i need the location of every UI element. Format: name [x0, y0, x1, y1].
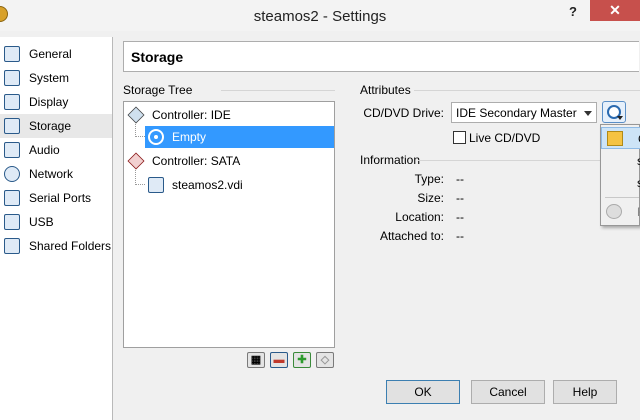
title-bar: steamos2 - Settings ? ✕ [0, 0, 640, 31]
tree-item-label: Empty [172, 130, 207, 144]
cd-dvd-drive-value: IDE Secondary Master [456, 106, 577, 120]
menu-item-choose-virtual-disk[interactable]: C [601, 127, 640, 149]
system-icon [4, 70, 20, 86]
tree-item-label: Controller: SATA [152, 154, 241, 168]
sidebar-item-storage[interactable]: Storage [0, 114, 112, 138]
usb-icon [4, 214, 20, 230]
add-attachment-icon: ✚ [297, 354, 307, 366]
tree-item-controller-ide[interactable]: Controller: IDE [127, 104, 328, 126]
tree-connector [135, 124, 145, 137]
menu-separator [605, 197, 639, 198]
network-icon [4, 166, 20, 182]
info-type-value: -- [456, 172, 464, 186]
tree-connector [135, 170, 145, 185]
remove-disk-icon [606, 204, 622, 219]
info-attached-to-value: -- [456, 229, 464, 243]
sidebar-item-label: Storage [29, 119, 72, 133]
group-divider [221, 90, 335, 91]
sidebar-item-usb[interactable]: USB [0, 210, 112, 234]
information-label: Information [360, 153, 421, 167]
remove-controller-button[interactable]: ▬ [270, 352, 288, 368]
sidebar-item-label: Serial Ports [29, 191, 92, 205]
optical-disc-icon [148, 129, 164, 145]
menu-item-host-drive-1[interactable]: s [601, 150, 640, 172]
sidebar-item-label: Shared Folders [29, 239, 112, 253]
info-location-label: Location: [395, 210, 444, 224]
storage-tree-label: Storage Tree [123, 83, 193, 97]
tree-item-label: steamos2.vdi [172, 178, 243, 192]
info-attached-to-label: Attached to: [379, 229, 444, 243]
hard-disk-icon [148, 177, 164, 193]
sidebar-item-general[interactable]: General [0, 42, 112, 66]
page-title: Storage [131, 49, 184, 65]
shared-folders-icon [4, 238, 20, 254]
group-divider [414, 90, 640, 91]
tree-item-label: Controller: IDE [152, 108, 231, 122]
cd-dvd-drive-label: CD/DVD Drive: [363, 106, 444, 120]
sidebar-item-audio[interactable]: Audio [0, 138, 112, 162]
sidebar-item-serial-ports[interactable]: Serial Ports [0, 186, 112, 210]
audio-icon [4, 142, 20, 158]
tree-item-controller-sata[interactable]: Controller: SATA [127, 150, 328, 172]
sidebar-item-shared-folders[interactable]: Shared Folders [0, 234, 112, 258]
general-icon [4, 46, 20, 62]
info-type-label: Type: [414, 172, 444, 186]
disc-chooser-menu: C s s R [600, 124, 640, 226]
help-button-label: Help [572, 385, 598, 399]
remove-attachment-icon: ◇ [320, 354, 330, 366]
live-cd-checkbox[interactable] [453, 131, 466, 144]
cancel-button-label: Cancel [489, 385, 527, 399]
cancel-button[interactable]: Cancel [471, 380, 545, 404]
settings-sidebar: General System Display Storage Audio Net… [0, 37, 113, 420]
storage-tree[interactable]: Controller: IDE Empty Controller: SATA s… [123, 101, 335, 348]
sidebar-item-system[interactable]: System [0, 66, 112, 90]
window-title: steamos2 - Settings [253, 8, 387, 25]
cd-dvd-drive-select[interactable]: IDE Secondary Master [451, 102, 597, 123]
menu-item-remove-disk[interactable]: R [601, 201, 640, 223]
sata-controller-icon [127, 152, 145, 170]
tree-item-empty[interactable]: Empty [145, 126, 334, 148]
help-title-button[interactable]: ? [562, 4, 584, 24]
sidebar-item-label: Display [29, 95, 69, 109]
add-attachment-button[interactable]: ✚ [293, 352, 311, 368]
folder-icon [607, 131, 623, 146]
ok-button-label: OK [414, 385, 432, 399]
sidebar-item-label: Network [29, 167, 74, 181]
choose-disk-button[interactable] [602, 101, 626, 123]
attributes-label: Attributes [360, 83, 411, 97]
sidebar-item-label: Audio [29, 143, 60, 157]
menu-item-host-drive-2[interactable]: s [601, 172, 640, 194]
live-cd-label[interactable]: Live CD/DVD [469, 131, 540, 145]
display-icon [4, 94, 20, 110]
sidebar-item-label: USB [29, 215, 54, 229]
chevron-down-icon [617, 116, 623, 120]
ide-controller-icon [127, 106, 145, 124]
info-size-label: Size: [417, 191, 444, 205]
chevron-down-icon [584, 111, 592, 116]
ok-button[interactable]: OK [386, 380, 460, 404]
add-controller-icon: ▦ [250, 354, 262, 366]
storage-icon [4, 118, 20, 134]
tree-item-steamos2-vdi[interactable]: steamos2.vdi [148, 174, 328, 196]
help-button[interactable]: Help [553, 380, 617, 404]
sidebar-item-display[interactable]: Display [0, 90, 112, 114]
add-controller-button[interactable]: ▦ [247, 352, 265, 368]
sidebar-item-network[interactable]: Network [0, 162, 112, 186]
page-header: Storage [123, 41, 639, 72]
remove-controller-icon: ▬ [273, 354, 285, 366]
sidebar-item-label: General [29, 47, 72, 61]
info-size-value: -- [456, 191, 464, 205]
remove-attachment-button[interactable]: ◇ [316, 352, 334, 368]
info-location-value: -- [456, 210, 464, 224]
sidebar-item-label: System [29, 71, 70, 85]
serial-ports-icon [4, 190, 20, 206]
close-button[interactable]: ✕ [590, 0, 640, 21]
